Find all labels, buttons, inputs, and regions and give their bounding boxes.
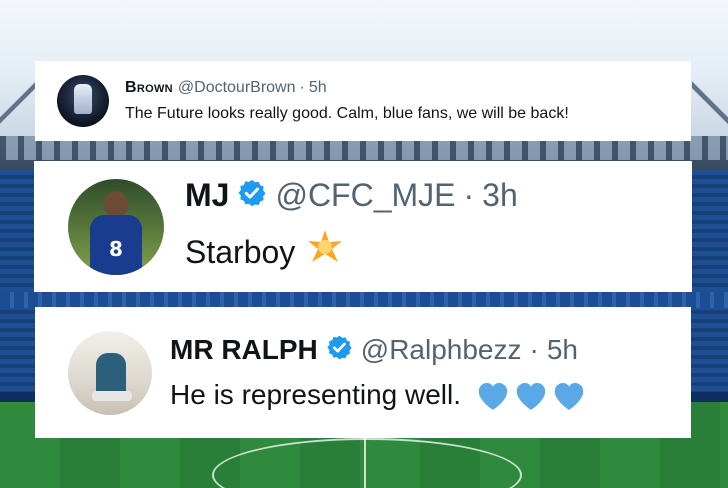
tweet-text: Starboy [185, 233, 296, 270]
tweet-text: The Future looks really good. Calm, blue… [125, 105, 569, 122]
tweet-text: He is representing well. [170, 378, 462, 410]
user-handle[interactable]: @Ralphbezz [361, 334, 522, 366]
avatar-shoes [92, 390, 132, 401]
tweet-text-line: Starboy [185, 228, 518, 276]
timestamp[interactable]: 3h [482, 177, 518, 214]
tweet-header: Brown @DoctourBrown · 5h [125, 79, 569, 97]
trophy-icon [74, 84, 92, 114]
timestamp[interactable]: 5h [309, 79, 327, 97]
verified-badge-icon [326, 334, 353, 366]
blue-heart-icon [554, 382, 584, 410]
display-name[interactable]: MJ [185, 177, 229, 214]
avatar-figure [96, 352, 126, 397]
avatar[interactable] [68, 330, 152, 415]
tweet-card[interactable]: 8 MJ @CFC_MJE · 3h Starboy [34, 161, 692, 292]
separator: · [463, 177, 475, 213]
display-name[interactable]: MR RALPH [170, 334, 318, 366]
avatar[interactable]: 8 [68, 178, 164, 275]
shirt-number: 8 [109, 236, 123, 261]
tweet-card[interactable]: MR RALPH @Ralphbezz · 5h He is represent… [35, 307, 691, 438]
tweet-text-line: He is representing well. [170, 378, 587, 412]
floodlight-mast [692, 50, 728, 150]
tweet-content: Brown @DoctourBrown · 5h The Future look… [125, 79, 569, 123]
tweet-content: MJ @CFC_MJE · 3h Starboy [185, 177, 518, 276]
tweet-header: MJ @CFC_MJE · 3h [185, 177, 518, 214]
stand-seats [0, 292, 728, 308]
user-handle[interactable]: @CFC_MJE [275, 177, 455, 214]
tweet-card[interactable]: Brown @DoctourBrown · 5h The Future look… [35, 61, 691, 141]
user-handle[interactable]: @DoctourBrown [178, 79, 296, 97]
blue-heart-icon [478, 382, 508, 410]
timestamp[interactable]: 5h [547, 334, 578, 366]
heart-emoji-group [475, 378, 587, 412]
stand-seats [688, 170, 728, 400]
blue-heart-icon [516, 382, 546, 410]
separator: · [299, 79, 305, 96]
verified-badge-icon [237, 178, 267, 213]
tweet-header: MR RALPH @Ralphbezz · 5h [170, 334, 587, 366]
tweet-content: MR RALPH @Ralphbezz · 5h He is represent… [170, 334, 587, 412]
display-name[interactable]: Brown [125, 79, 173, 97]
sparkle-star-icon [305, 228, 345, 276]
separator: · [529, 333, 539, 365]
avatar[interactable] [57, 75, 109, 127]
